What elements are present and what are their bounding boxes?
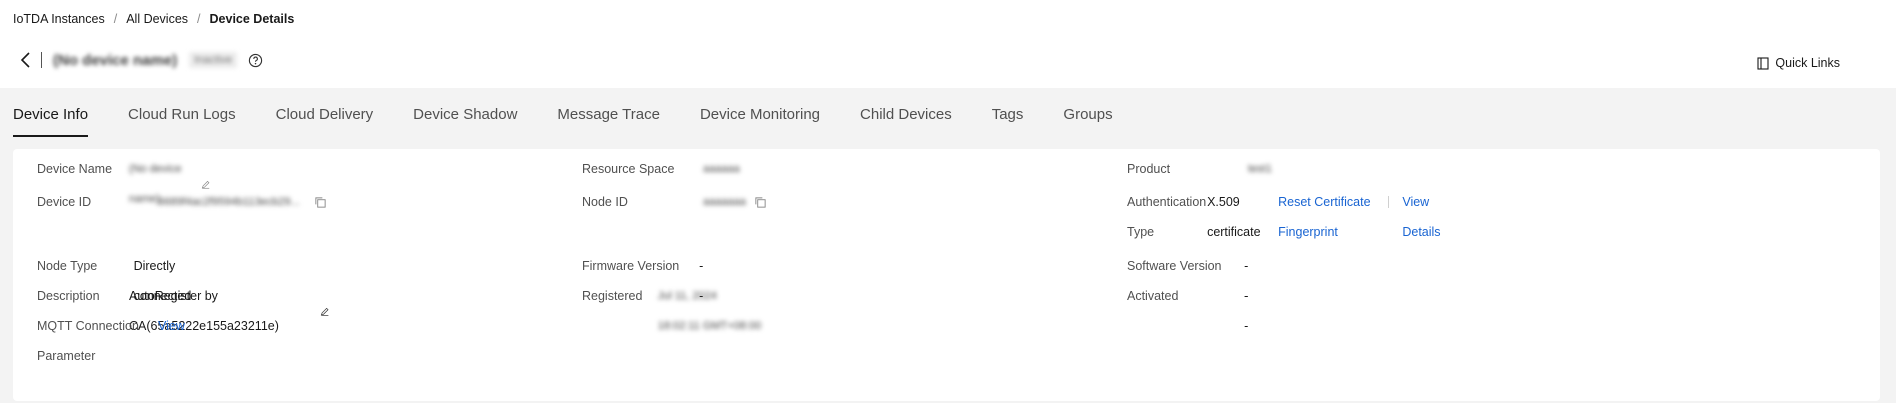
activated-label: Activated [1127, 289, 1179, 303]
breadcrumb: IoTDA Instances / All Devices / Device D… [13, 12, 294, 26]
mqtt-label-line2: Parameter [37, 349, 96, 363]
quick-links-button[interactable]: Quick Links [1757, 56, 1840, 70]
tab-groups[interactable]: Groups [1063, 88, 1112, 137]
tab-device-shadow[interactable]: Device Shadow [413, 88, 517, 137]
quick-links-label: Quick Links [1775, 56, 1840, 70]
page-header: IoTDA Instances / All Devices / Device D… [0, 0, 1896, 88]
product-row: Product test1 [1127, 154, 1272, 184]
tab-cloud-run-logs[interactable]: Cloud Run Logs [128, 88, 236, 137]
back-arrow-icon[interactable] [20, 50, 32, 70]
device-id-value: 6689f4ac2f9594b113ecb29... [158, 187, 327, 217]
edit-icon[interactable] [320, 305, 330, 318]
product-label: Product [1127, 162, 1171, 176]
auth-type-label: Authentication Type [1127, 187, 1207, 247]
breadcrumb-device-details: Device Details [209, 12, 295, 26]
mqtt-label-line1: MQTT Connection [37, 319, 139, 333]
status-badge: Inactive [189, 52, 238, 68]
registered-row: Registered Jul 11, 2024 18:02:11 GMT+08:… [582, 281, 761, 341]
device-id-row: Device ID 6689f4ac2f9594b113ecb29... [37, 187, 327, 217]
node-id-text: aaaaaaa [703, 196, 746, 208]
device-info-card: Device Name (No device name) Device ID 6… [13, 149, 1880, 401]
product-value: test1 [1248, 163, 1272, 175]
activated-row: Activated -- [1127, 281, 1252, 341]
mqtt-view-link[interactable]: View [158, 311, 185, 371]
registered-value: Jul 11, 2024 18:02:11 GMT+08:00 [657, 290, 762, 332]
node-id-row: Node ID aaaaaaa [582, 187, 767, 217]
tab-bar: Device Info Cloud Run Logs Cloud Deliver… [0, 88, 1896, 137]
breadcrumb-iotda-instances[interactable]: IoTDA Instances [13, 12, 105, 26]
breadcrumb-separator: / [197, 12, 201, 26]
auth-type-label-line2: Type [1127, 225, 1155, 239]
reset-certificate-fingerprint-link[interactable]: Reset Certificate Fingerprint [1278, 187, 1374, 247]
mqtt-row: MQTT Connection Parameter View [37, 311, 185, 371]
auth-type-label-line1: Authentication [1127, 195, 1207, 209]
page-title: (No device name) [53, 51, 178, 69]
node-id-label: Node ID [582, 195, 628, 209]
breadcrumb-all-devices[interactable]: All Devices [126, 12, 188, 26]
auth-type-value: X.509 certificate Reset Certificate Fing… [1207, 187, 1444, 247]
activated-value: -- [1244, 289, 1249, 333]
title-divider [41, 52, 42, 68]
copy-icon[interactable] [754, 196, 767, 209]
node-id-value: aaaaaaa [703, 187, 767, 217]
help-icon[interactable] [248, 53, 263, 68]
tab-message-trace[interactable]: Message Trace [557, 88, 660, 137]
auth-type-row: Authentication Type X.509 certificate Re… [1127, 187, 1444, 247]
resource-space-value: aaaaaa [703, 163, 740, 175]
tab-tags[interactable]: Tags [992, 88, 1024, 137]
resource-space-row: Resource Space aaaaaa [582, 154, 740, 184]
device-id-label: Device ID [37, 195, 92, 209]
view-details-link[interactable]: View Details [1402, 187, 1444, 247]
tab-child-devices[interactable]: Child Devices [860, 88, 952, 137]
book-icon [1757, 56, 1769, 70]
mqtt-label: MQTT Connection Parameter [37, 311, 158, 371]
resource-space-label: Resource Space [582, 162, 675, 176]
device-id-text: 6689f4ac2f9594b113ecb29... [158, 196, 300, 208]
auth-type-text: X.509 certificate [1207, 195, 1261, 239]
title-row: (No device name) Inactive [20, 50, 263, 70]
link-divider [1387, 196, 1389, 208]
registered-label: Registered [582, 289, 643, 303]
tab-device-info[interactable]: Device Info [13, 88, 89, 137]
tab-device-monitoring[interactable]: Device Monitoring [700, 88, 820, 137]
copy-icon[interactable] [314, 196, 327, 209]
tab-cloud-delivery[interactable]: Cloud Delivery [276, 88, 374, 137]
breadcrumb-separator: / [113, 12, 118, 26]
